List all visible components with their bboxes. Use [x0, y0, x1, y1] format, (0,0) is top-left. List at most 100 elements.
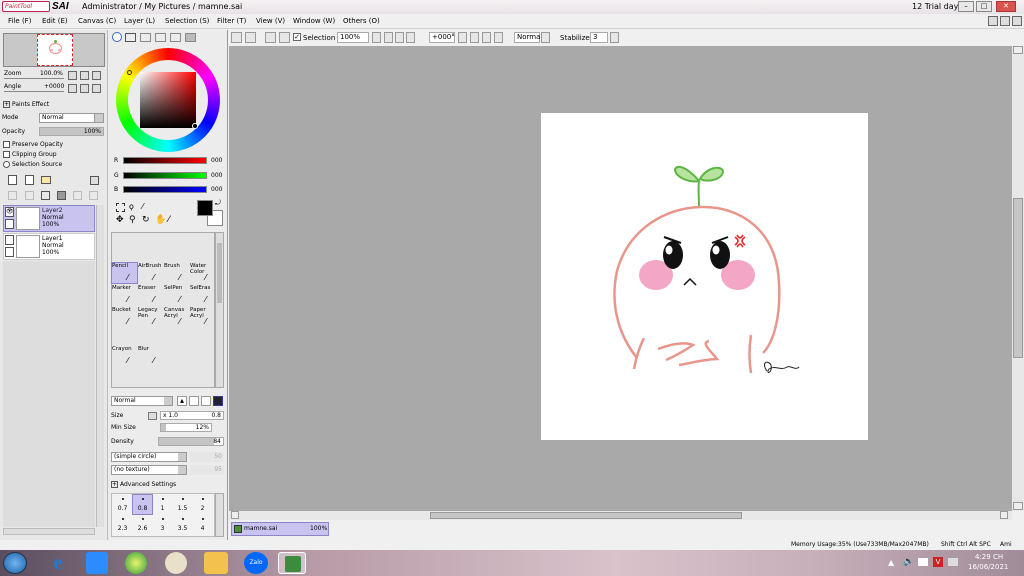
tool-water[interactable]: Water Color ⁄: [190, 263, 215, 283]
rotate-ccw-button[interactable]: [68, 84, 77, 93]
hand-icon[interactable]: ✋: [155, 216, 166, 225]
tool-seleras[interactable]: SelEras ⁄: [190, 285, 215, 305]
invert-selection-button[interactable]: [279, 32, 290, 43]
menu-view[interactable]: View (V): [256, 14, 285, 29]
eye-icon[interactable]: [5, 235, 14, 245]
start-button[interactable]: [3, 552, 27, 574]
network-icon[interactable]: [918, 558, 928, 566]
size-preset[interactable]: 0.7: [113, 495, 132, 514]
eyedropper-icon[interactable]: ⁄: [168, 216, 178, 225]
vertical-scrollbar[interactable]: [1012, 46, 1024, 511]
brush-shape-round-icon[interactable]: [201, 396, 211, 406]
new-linework-layer-icon[interactable]: [25, 175, 34, 185]
zoom-icon[interactable]: ⚲: [129, 216, 139, 225]
scroll-left-button[interactable]: [231, 511, 239, 519]
undo-button[interactable]: [231, 32, 242, 43]
new-folder-icon[interactable]: [41, 176, 51, 184]
stabilizer-field[interactable]: 3: [590, 32, 608, 43]
show-hidden-icons[interactable]: ▲: [888, 558, 894, 567]
lasso-icon[interactable]: ϙ: [129, 203, 139, 212]
size-preset[interactable]: 0.8: [132, 494, 153, 515]
scroll-down-button[interactable]: [1013, 502, 1023, 510]
horizontal-scroll-thumb[interactable]: [430, 512, 742, 519]
brush-shape-soft-icon[interactable]: [189, 396, 199, 406]
brush-shape-select[interactable]: (simple circle): [111, 452, 187, 462]
zoom-reset-button[interactable]: [406, 32, 415, 43]
chrome-icon[interactable]: [125, 552, 147, 574]
layer-menu-icon[interactable]: [90, 176, 99, 185]
rect-select-icon[interactable]: [116, 203, 125, 212]
menu-others[interactable]: Others (O): [343, 14, 380, 29]
trash-icon[interactable]: [57, 191, 66, 200]
rotate-right-button[interactable]: [470, 32, 479, 43]
tool-selpen[interactable]: SelPen ⁄: [164, 285, 189, 305]
rgb-slider-tab-icon[interactable]: [125, 33, 136, 42]
canvas-area[interactable]: [229, 46, 1012, 511]
pen-icon[interactable]: [5, 219, 14, 229]
paint-tool-sai-taskbar-icon[interactable]: [278, 552, 306, 574]
panel-tab-icon[interactable]: [185, 33, 196, 42]
g-value[interactable]: 000: [211, 172, 222, 180]
canvas-paper[interactable]: [541, 113, 868, 440]
size-preset[interactable]: 2.6: [133, 515, 152, 534]
maximize-button[interactable]: □: [976, 1, 992, 12]
eye-icon[interactable]: 👁: [5, 207, 14, 217]
scroll-right-button[interactable]: [1000, 511, 1008, 519]
expand-icon[interactable]: +: [3, 101, 10, 108]
tool-bucket[interactable]: Bucket ⁄: [112, 307, 137, 327]
zoom-dropdown-button[interactable]: [372, 32, 381, 43]
brush-shape-hard-icon[interactable]: [213, 396, 223, 406]
menu-filter[interactable]: Filter (T): [217, 14, 246, 29]
hue-marker[interactable]: [127, 70, 132, 75]
zoom-out-button[interactable]: [384, 32, 393, 43]
size-preset[interactable]: 2: [193, 495, 212, 514]
magic-wand-icon[interactable]: ⁄: [142, 203, 152, 212]
size-presets-scrollbar[interactable]: [215, 493, 224, 537]
tool-blur[interactable]: Blur ⁄: [138, 346, 163, 366]
tool-crayon[interactable]: Crayon ⁄: [112, 346, 137, 366]
new-layer-icon[interactable]: [8, 175, 17, 185]
color-picker-marker[interactable]: [192, 123, 198, 129]
rotate-icon[interactable]: ↻: [142, 216, 152, 225]
color-wheel-tab-icon[interactable]: [112, 32, 122, 42]
pen-icon[interactable]: [5, 247, 14, 257]
density-slider[interactable]: 84: [158, 437, 224, 446]
scratchpad-tab-icon[interactable]: [170, 33, 181, 42]
layer-row[interactable]: 👁 Layer2 Normal 100%: [3, 205, 95, 232]
texture-strength[interactable]: 95: [190, 465, 224, 475]
texture-select[interactable]: (no texture): [111, 465, 187, 475]
tool-airbrush[interactable]: AirBrush ⁄: [138, 263, 163, 283]
file-tab[interactable]: mamne.sai 100%: [231, 522, 329, 536]
zoom-app-icon[interactable]: [86, 552, 108, 574]
zoom-slider[interactable]: [4, 78, 64, 79]
angle-field[interactable]: +000°: [429, 32, 455, 43]
horizontal-scrollbar[interactable]: [229, 511, 1012, 520]
layers-hscrollbar[interactable]: [3, 528, 95, 535]
mdi-close-button[interactable]: [1012, 16, 1022, 26]
volume-icon[interactable]: 🔈: [903, 557, 914, 567]
advanced-settings-label[interactable]: Advanced Settings: [120, 481, 176, 489]
selection-source-radio[interactable]: [3, 161, 10, 168]
clock-date[interactable]: 16/06/2021: [968, 563, 1008, 571]
menu-file[interactable]: File (F): [8, 14, 31, 29]
size-preset[interactable]: 3: [153, 515, 172, 534]
r-value[interactable]: 000: [211, 157, 222, 165]
deselect-button[interactable]: [265, 32, 276, 43]
zalo-icon[interactable]: Zalo: [244, 552, 268, 574]
transfer-down-icon[interactable]: [8, 191, 17, 200]
tool-grid-scrollbar[interactable]: [215, 232, 224, 388]
tool-pencil[interactable]: Pencil ⁄: [111, 262, 138, 284]
size-preset[interactable]: 4: [193, 515, 212, 534]
zoom-field[interactable]: 100%: [337, 32, 369, 43]
paint-palette-icon[interactable]: [165, 552, 187, 574]
selection-checkbox[interactable]: ✓: [293, 33, 301, 41]
size-slider[interactable]: x 1.0 0.8: [160, 411, 224, 420]
r-slider[interactable]: [123, 157, 207, 164]
preserve-opacity-checkbox[interactable]: [3, 141, 10, 148]
b-slider[interactable]: [123, 186, 207, 193]
layer-row[interactable]: Layer1 Normal 100%: [3, 233, 95, 260]
brush-shape-flat-icon[interactable]: ▴: [177, 396, 187, 406]
tool-brush[interactable]: Brush ⁄: [164, 263, 189, 283]
move-icon[interactable]: ✥: [116, 216, 126, 225]
flip-button[interactable]: [494, 32, 503, 43]
